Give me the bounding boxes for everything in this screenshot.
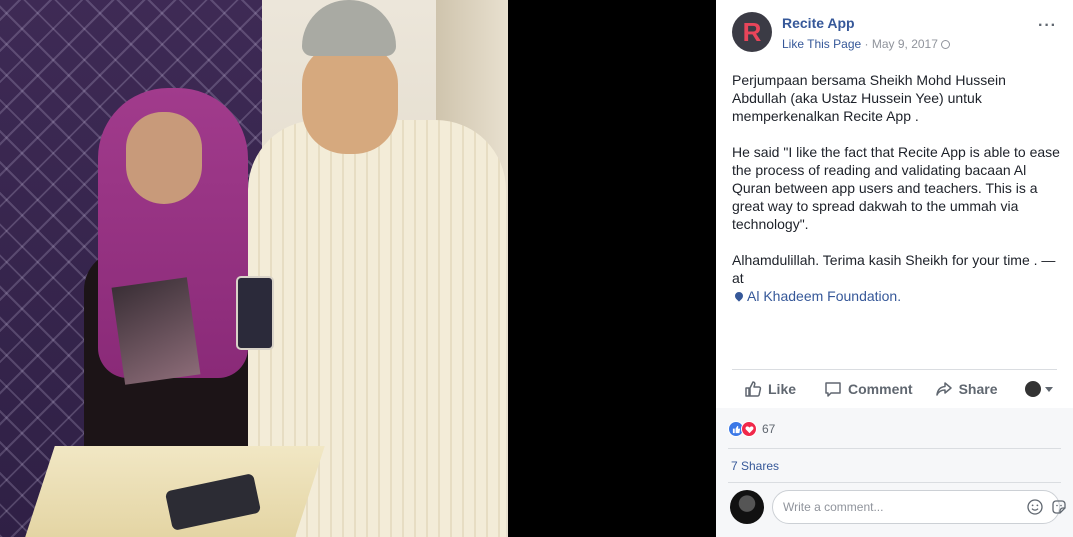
comment-composer [730,490,1066,524]
post-paragraph-2: He said "I like the fact that Recite App… [732,144,1060,232]
sticker-icon[interactable] [1051,499,1067,515]
like-label: Like [768,381,797,397]
feedback-area: 67 7 Shares [716,408,1073,537]
thumbs-up-small-icon [732,425,740,433]
photo-person-woman-face [126,112,202,204]
location-pin-icon [733,290,745,302]
thumbs-up-icon [745,381,762,397]
post-date[interactable]: May 9, 2017 [872,37,938,51]
page-avatar[interactable]: R [732,12,772,52]
user-mini-avatar [1025,381,1041,397]
post-actions: Like Comment Share [732,370,1057,408]
photo-phone [236,276,274,350]
like-page-link[interactable]: Like This Page [782,37,861,51]
post-paragraph-1: Perjumpaan bersama Sheikh Mohd Hussein A… [732,72,1006,124]
comment-button[interactable]: Comment [824,370,913,408]
photo-person-man-face [302,44,398,154]
like-button[interactable]: Like [744,370,796,408]
heart-icon [745,425,753,433]
page-name-link[interactable]: Recite App [782,15,855,31]
post-meta: Like This Page · May 9, 2017 [782,37,950,51]
post-as-selector[interactable] [1025,381,1053,397]
photo-viewer [0,0,716,537]
globe-icon [940,40,950,49]
location-link[interactable]: Al Khadeem Foundation. [747,288,901,304]
share-label: Share [958,381,998,397]
stats-divider [728,448,1061,449]
photo-brochure [111,277,201,385]
page-avatar-letter: R [742,16,762,47]
shares-link[interactable]: 7 Shares [731,459,779,473]
comment-label: Comment [848,381,913,397]
meta-separator: · [861,37,872,51]
post-header: R Recite App Like This Page · May 9, 201… [732,12,1057,56]
reaction-count: 67 [762,422,776,436]
more-options-icon[interactable]: ··· [1038,17,1057,35]
post-paragraph-3: Alhamdulillah. Terima kasih Sheikh for y… [732,251,1062,305]
post-paragraph-3-text: Alhamdulillah. Terima kasih Sheikh for y… [732,252,1056,286]
avatar[interactable] [730,490,764,524]
comment-icon [825,382,841,397]
chevron-down-icon [1045,386,1053,392]
love-reaction-icon [741,421,757,437]
share-button[interactable]: Share [935,370,998,408]
reactions-summary[interactable]: 67 [728,420,775,438]
comment-input[interactable] [772,490,1060,524]
post-body: Perjumpaan bersama Sheikh Mohd Hussein A… [732,71,1062,323]
share-icon [935,382,952,396]
comments-divider [728,482,1061,483]
post-photo[interactable] [0,0,508,537]
emoji-icon[interactable] [1027,499,1043,515]
